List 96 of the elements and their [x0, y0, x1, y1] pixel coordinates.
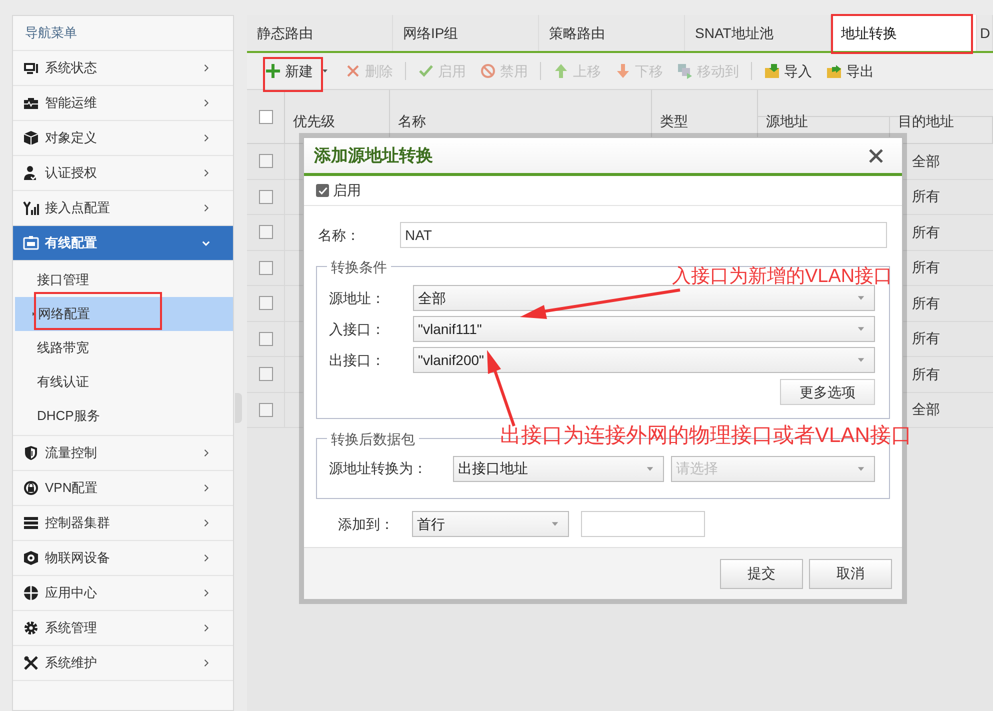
- caret-icon: [31, 310, 37, 318]
- tab[interactable]: 静态路由: [247, 15, 393, 51]
- dropdown[interactable]: "vlanif200": [413, 347, 875, 373]
- table-cell-text: 全部: [912, 152, 940, 171]
- column-header: 名称: [398, 113, 426, 129]
- server-icon: [23, 515, 39, 531]
- annotation-text: 入接口为新增的VLAN接口: [672, 266, 893, 288]
- monitor-icon: [23, 60, 39, 76]
- field-label: 入接口：: [329, 320, 386, 338]
- column-header: 优先级: [293, 113, 335, 129]
- toolbar-button[interactable]: 新建: [259, 58, 319, 84]
- more-options-button[interactable]: 更多选项: [780, 379, 875, 405]
- tab[interactable]: SNAT地址池: [685, 15, 831, 51]
- checkbox[interactable]: [258, 260, 272, 275]
- submenu-item[interactable]: 网络配置: [15, 297, 234, 331]
- check-icon: [318, 186, 328, 196]
- menu-item[interactable]: 智能运维: [13, 86, 234, 121]
- field-label: 源地址转换为：: [329, 459, 428, 478]
- toolbar-button[interactable]: 导入: [758, 58, 818, 84]
- checkbox[interactable]: [258, 332, 272, 346]
- cube-icon: [23, 130, 39, 146]
- dialog-button[interactable]: 取消: [809, 558, 892, 588]
- menu-item[interactable]: 对象定义: [13, 121, 234, 156]
- table-cell-text: 所有: [912, 329, 940, 348]
- menu-item[interactable]: 认证授权: [13, 156, 234, 191]
- column-header: 源地址: [766, 113, 808, 129]
- menu-item[interactable]: 控制器集群: [13, 506, 234, 541]
- menu-item[interactable]: 系统维护: [13, 646, 234, 681]
- network-port-icon: [23, 235, 39, 251]
- dropdown[interactable]: 全部: [413, 285, 875, 311]
- close-icon: [868, 148, 884, 164]
- ban-icon: [480, 63, 496, 79]
- menu-item[interactable]: 系统管理: [13, 611, 234, 646]
- dropdown[interactable]: 首行: [412, 511, 569, 537]
- input-field[interactable]: [581, 511, 705, 537]
- move-icon: [677, 63, 693, 79]
- menu-item[interactable]: VPN配置: [13, 471, 234, 506]
- checkbox[interactable]: [258, 154, 272, 168]
- name-field[interactable]: NAT: [400, 222, 887, 248]
- globe-icon: [23, 585, 39, 601]
- lock-icon: [23, 480, 39, 496]
- annotation-text: 出接口为连接外网的物理接口或者VLAN接口: [500, 423, 912, 449]
- shield-icon: [23, 445, 39, 461]
- antenna-icon: [23, 200, 39, 216]
- table-cell-text: 全部: [912, 400, 940, 420]
- field-label: 源地址：: [329, 288, 386, 308]
- tab[interactable]: 地址转换: [831, 15, 977, 51]
- table-cell-text: 所有: [912, 364, 940, 384]
- column-header: 目的地址: [898, 113, 954, 129]
- gear-icon: [23, 620, 39, 636]
- checkbox[interactable]: [258, 367, 272, 382]
- caret-down-icon: [321, 67, 329, 75]
- device-icon: [23, 550, 39, 566]
- user-icon: [23, 165, 39, 181]
- enable-checkbox[interactable]: 启用: [304, 176, 902, 206]
- dropdown[interactable]: "vlanif111": [413, 316, 875, 342]
- menu-item[interactable]: 流量控制: [13, 436, 234, 471]
- dropdown[interactable]: 出接口地址: [453, 456, 664, 482]
- submenu-item[interactable]: DHCP服务: [15, 399, 234, 433]
- table-cell-text: 所有: [912, 294, 940, 313]
- dialog-title: 添加源地址转换: [314, 144, 433, 167]
- menu-item[interactable]: 有线配置: [13, 226, 234, 261]
- field-label: 添加到：: [338, 514, 395, 534]
- menu-item[interactable]: 系统状态: [13, 51, 234, 86]
- tab[interactable]: 策略路由: [539, 15, 685, 51]
- arrow-down-icon: [615, 63, 631, 79]
- arrow-up-icon: [553, 63, 569, 79]
- checkbox[interactable]: [258, 296, 272, 310]
- menu-title: 导航菜单: [13, 16, 234, 51]
- menu-item[interactable]: 应用中心: [13, 576, 234, 611]
- submenu-item[interactable]: 线路带宽: [15, 331, 234, 365]
- checkbox[interactable]: [258, 225, 272, 240]
- table-cell-text: 所有: [912, 258, 940, 278]
- folder-export-icon: [826, 63, 842, 79]
- toolbox-icon: [23, 95, 39, 111]
- field-label: 出接口：: [329, 350, 386, 370]
- tab[interactable]: D: [977, 15, 993, 51]
- check-icon: [418, 63, 434, 79]
- tools-icon: [23, 655, 39, 671]
- submenu-item[interactable]: 接口管理: [15, 263, 234, 297]
- checkbox[interactable]: [258, 402, 272, 417]
- checkbox[interactable]: [258, 110, 272, 124]
- column-header: 类型: [660, 113, 688, 129]
- toolbar-button[interactable]: 导出: [820, 58, 880, 84]
- table-cell-text: 所有: [912, 222, 940, 242]
- dialog-button[interactable]: 提交: [720, 558, 803, 588]
- highlight-frame: [263, 57, 323, 92]
- table-cell-text: 所有: [912, 187, 940, 206]
- checkbox[interactable]: [258, 190, 272, 204]
- x-icon: [345, 63, 361, 79]
- tab[interactable]: 网络IP组: [393, 15, 539, 51]
- menu-item[interactable]: 物联网设备: [13, 541, 234, 576]
- field-label: 名称：: [317, 226, 361, 244]
- submenu-item[interactable]: 有线认证: [15, 365, 234, 399]
- plus-icon: [265, 63, 281, 79]
- folder-import-icon: [764, 63, 780, 79]
